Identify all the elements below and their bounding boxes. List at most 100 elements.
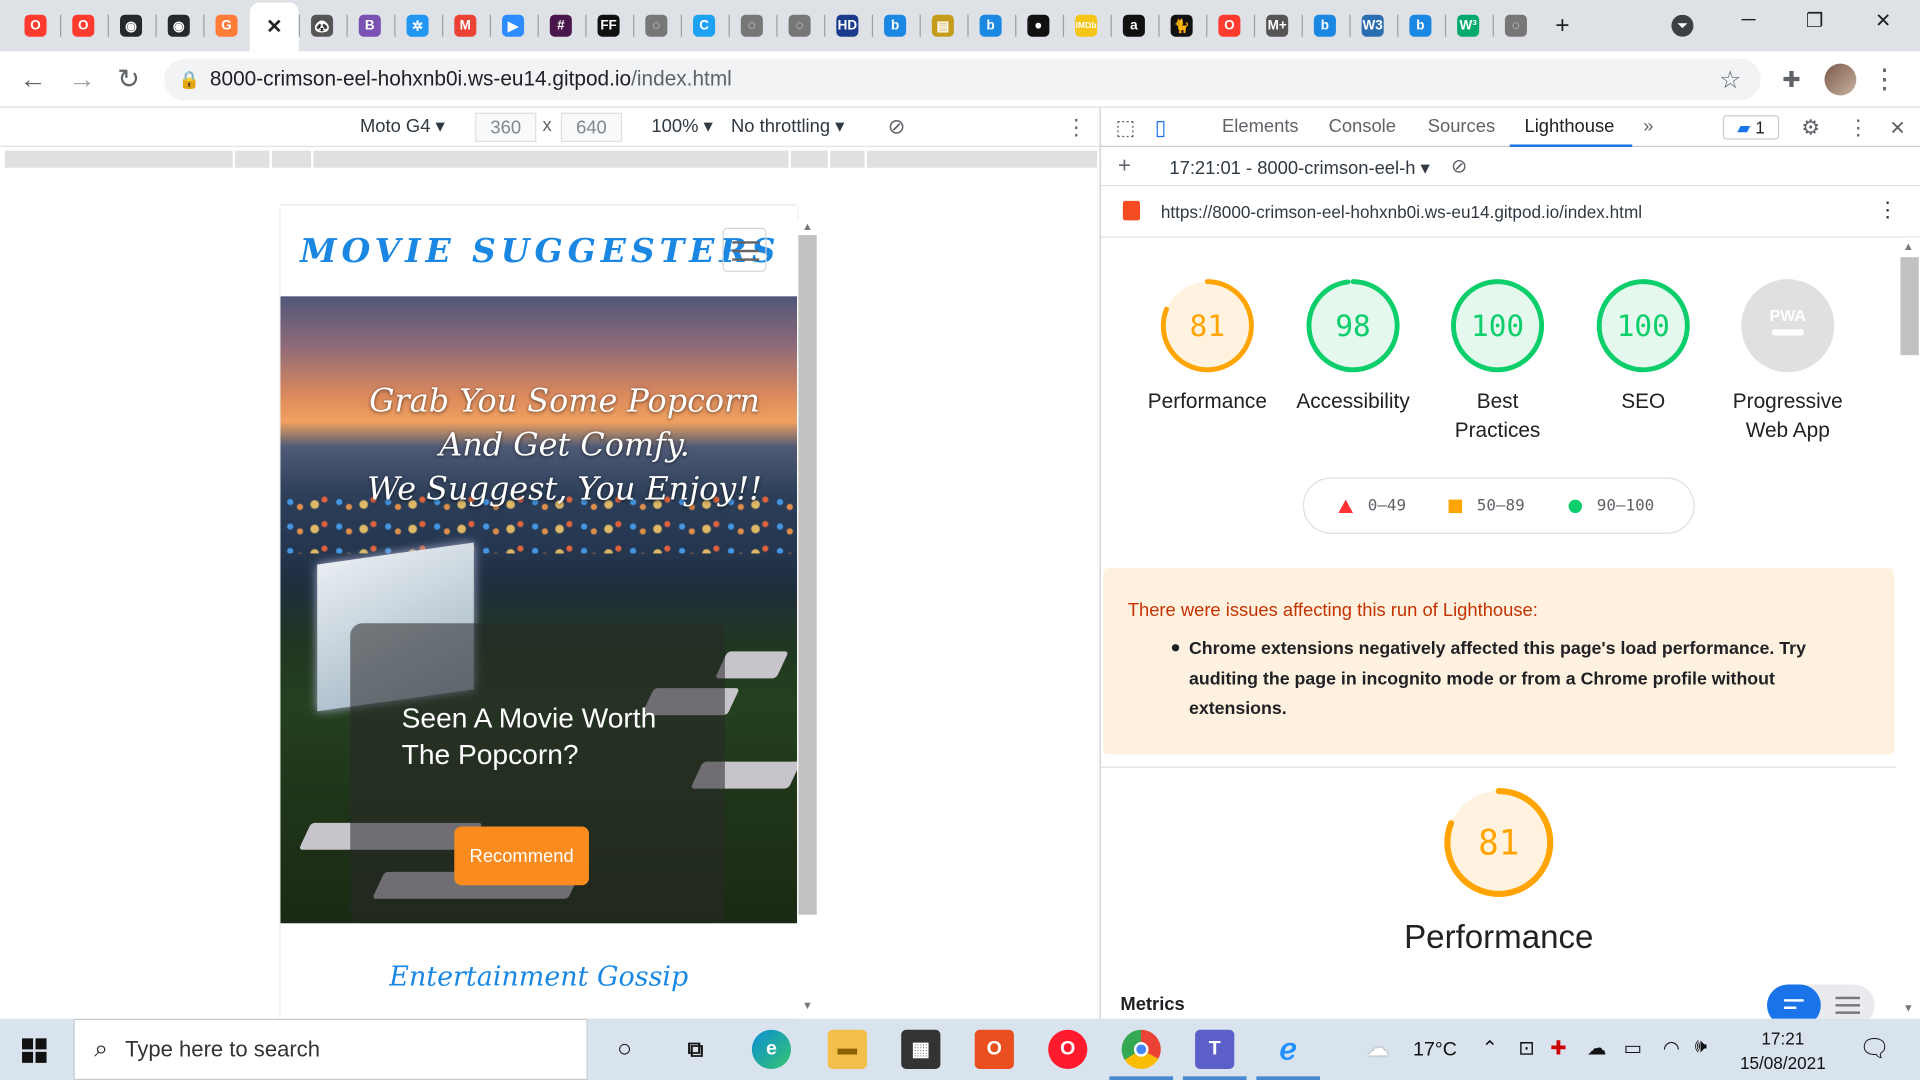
tab-elements[interactable]: Elements — [1222, 116, 1299, 137]
browser-tab[interactable]: M+ — [1256, 5, 1298, 47]
tray-chevron-icon[interactable]: ⌃ — [1482, 1036, 1498, 1060]
tab-sources[interactable]: Sources — [1428, 116, 1495, 137]
browser-tab[interactable]: ▶ — [492, 5, 534, 47]
device-select[interactable]: Moto G4 ▾ — [360, 115, 445, 137]
windows-start-icon[interactable] — [22, 1038, 47, 1063]
extensions-puzzle-icon[interactable]: ✚ — [1773, 61, 1810, 98]
browser-tab[interactable]: O — [1209, 5, 1251, 47]
device-toggle-icon[interactable]: ▯ — [1155, 116, 1166, 140]
browser-tab[interactable]: # — [540, 5, 582, 47]
battery-icon[interactable]: ▭ — [1624, 1036, 1643, 1060]
browser-tab[interactable]: ◌ — [1495, 5, 1537, 47]
clear-report-icon[interactable]: ⊘ — [1451, 154, 1467, 178]
browser-tab[interactable]: B — [349, 5, 391, 47]
browser-tab[interactable]: HD — [827, 5, 869, 47]
viewport-scrollbar[interactable]: ▲ ▼ — [797, 220, 818, 1019]
browser-tab[interactable]: ▤ — [922, 5, 964, 47]
browser-tab[interactable]: a — [1113, 5, 1155, 47]
throttling-select[interactable]: No throttling ▾ — [731, 115, 844, 137]
browser-tab[interactable]: 🐈 — [1161, 5, 1203, 47]
browser-tab[interactable]: ◌ — [636, 5, 678, 47]
browser-tab[interactable]: b — [1400, 5, 1442, 47]
internet-explorer-icon[interactable]: ℯ — [1269, 1030, 1308, 1069]
devtools-scrollbar[interactable]: ▲ ▼ — [1896, 237, 1920, 1019]
browser-tab[interactable]: b — [1304, 5, 1346, 47]
device-toolbar-more-icon[interactable]: ⋮ — [1065, 115, 1087, 141]
task-view-icon[interactable]: ⧉ — [676, 1030, 715, 1069]
taskbar-search-input[interactable]: ⌕ Type here to search — [73, 1018, 588, 1080]
metrics-view-toggle[interactable] — [1766, 984, 1875, 1019]
browser-tab[interactable]: M — [444, 5, 486, 47]
browser-tab[interactable]: ◌ — [731, 5, 773, 47]
devtools-more-icon[interactable]: ⋮ — [1848, 116, 1869, 140]
toggle-compact-icon[interactable] — [1766, 984, 1821, 1019]
weather-temperature[interactable]: 17°C — [1413, 1040, 1457, 1062]
report-select[interactable]: 17:21:01 - 8000-crimson-eel-h ▾ — [1169, 157, 1429, 179]
browser-tab[interactable]: ◌ — [779, 5, 821, 47]
browser-tab[interactable]: FF — [588, 5, 630, 47]
gauge-pwa[interactable]: PWA Progressive Web App — [1716, 277, 1860, 446]
tray-app-icon[interactable]: ⊡ — [1518, 1036, 1534, 1060]
media-query-bar[interactable] — [0, 146, 1100, 172]
close-devtools-icon[interactable]: ✕ — [1889, 116, 1905, 140]
teams-icon[interactable]: T — [1195, 1029, 1235, 1069]
clock[interactable]: 17:21 15/08/2021 — [1724, 1026, 1842, 1075]
chrome-menu-icon[interactable]: ⋮ — [1866, 61, 1903, 98]
onedrive-icon[interactable]: ☁ — [1587, 1036, 1607, 1060]
profile-avatar[interactable] — [1824, 63, 1857, 96]
hamburger-menu-icon[interactable] — [722, 227, 767, 272]
close-window-button[interactable]: ✕ — [1854, 0, 1913, 42]
weather-cloud-icon[interactable]: ☁ — [1367, 1036, 1389, 1062]
issues-badge[interactable]: ▰ 1 — [1722, 115, 1780, 140]
address-bar[interactable]: 🔒 8000-crimson-eel-hohxnb0i.ws-eu14.gitp… — [164, 58, 1761, 101]
tab-console[interactable]: Console — [1329, 116, 1396, 137]
browser-tab[interactable]: W³ — [1447, 5, 1489, 47]
browser-tab[interactable]: C — [683, 5, 725, 47]
site-brand[interactable]: MOVIE SUGGESTERS — [300, 233, 780, 271]
browser-tab[interactable]: ✕ — [249, 2, 299, 52]
report-url[interactable]: https://8000-crimson-eel-hohxnb0i.ws-eu1… — [1161, 202, 1642, 222]
chrome-taskbar-icon[interactable] — [1121, 1029, 1161, 1069]
browser-tab[interactable]: IMDb — [1065, 5, 1107, 47]
opera-taskbar-icon[interactable]: O — [1048, 1029, 1088, 1069]
tab-lighthouse[interactable]: Lighthouse — [1524, 116, 1614, 137]
more-tabs-icon[interactable]: » — [1643, 116, 1653, 137]
gauge-best[interactable]: 100 Best Practices — [1425, 277, 1569, 446]
edge-icon[interactable]: e — [751, 1029, 792, 1069]
reload-icon[interactable]: ↻ — [110, 61, 147, 98]
wifi-icon[interactable]: ◠ — [1663, 1036, 1680, 1060]
gauge-seo[interactable]: 100 SEO — [1571, 277, 1715, 417]
browser-tab[interactable]: ● — [1018, 5, 1060, 47]
gauge-performance[interactable]: 81 Performance — [1135, 277, 1279, 417]
settings-gear-icon[interactable]: ⚙ — [1801, 116, 1820, 140]
report-menu-icon[interactable]: ⋮ — [1877, 198, 1898, 222]
add-report-icon[interactable]: + — [1118, 153, 1131, 179]
restore-button[interactable]: ❐ — [1785, 0, 1844, 42]
browser-tab[interactable]: W3 — [1352, 5, 1394, 47]
browser-tab[interactable]: b — [874, 5, 916, 47]
browser-tab[interactable]: O — [15, 5, 57, 47]
cortana-icon[interactable]: ○ — [605, 1030, 644, 1069]
height-input[interactable]: 640 — [560, 112, 623, 143]
performance-gauge-large[interactable]: 81 — [1431, 784, 1566, 908]
browser-tab[interactable]: O — [62, 5, 104, 47]
volume-icon[interactable]: 🕪 — [1695, 1036, 1707, 1058]
tab-search-icon[interactable] — [1653, 5, 1712, 47]
tray-security-icon[interactable]: ✚ — [1550, 1036, 1566, 1060]
browser-tab[interactable]: b — [970, 5, 1012, 47]
gauge-accessibility[interactable]: 98 Accessibility — [1281, 277, 1425, 417]
minimize-button[interactable]: ─ — [1719, 0, 1778, 42]
new-tab-button[interactable]: + — [1533, 5, 1592, 47]
recommend-button[interactable]: Recommend — [454, 826, 589, 886]
browser-tab[interactable]: ◉ — [158, 5, 200, 47]
store-icon[interactable]: ▦ — [901, 1029, 941, 1069]
width-input[interactable]: 360 — [475, 112, 537, 143]
browser-tab[interactable]: ◉ — [110, 5, 152, 47]
browser-tab[interactable]: 🐼 — [301, 5, 343, 47]
file-explorer-icon[interactable]: ▬ — [827, 1029, 867, 1069]
bookmark-star-icon[interactable]: ☆ — [1712, 61, 1749, 98]
back-arrow-icon[interactable]: ← — [15, 61, 52, 98]
rotate-icon[interactable]: ⊘ — [888, 115, 905, 139]
office-icon[interactable]: O — [974, 1029, 1014, 1069]
notifications-icon[interactable]: 🗨 — [1859, 1033, 1890, 1064]
